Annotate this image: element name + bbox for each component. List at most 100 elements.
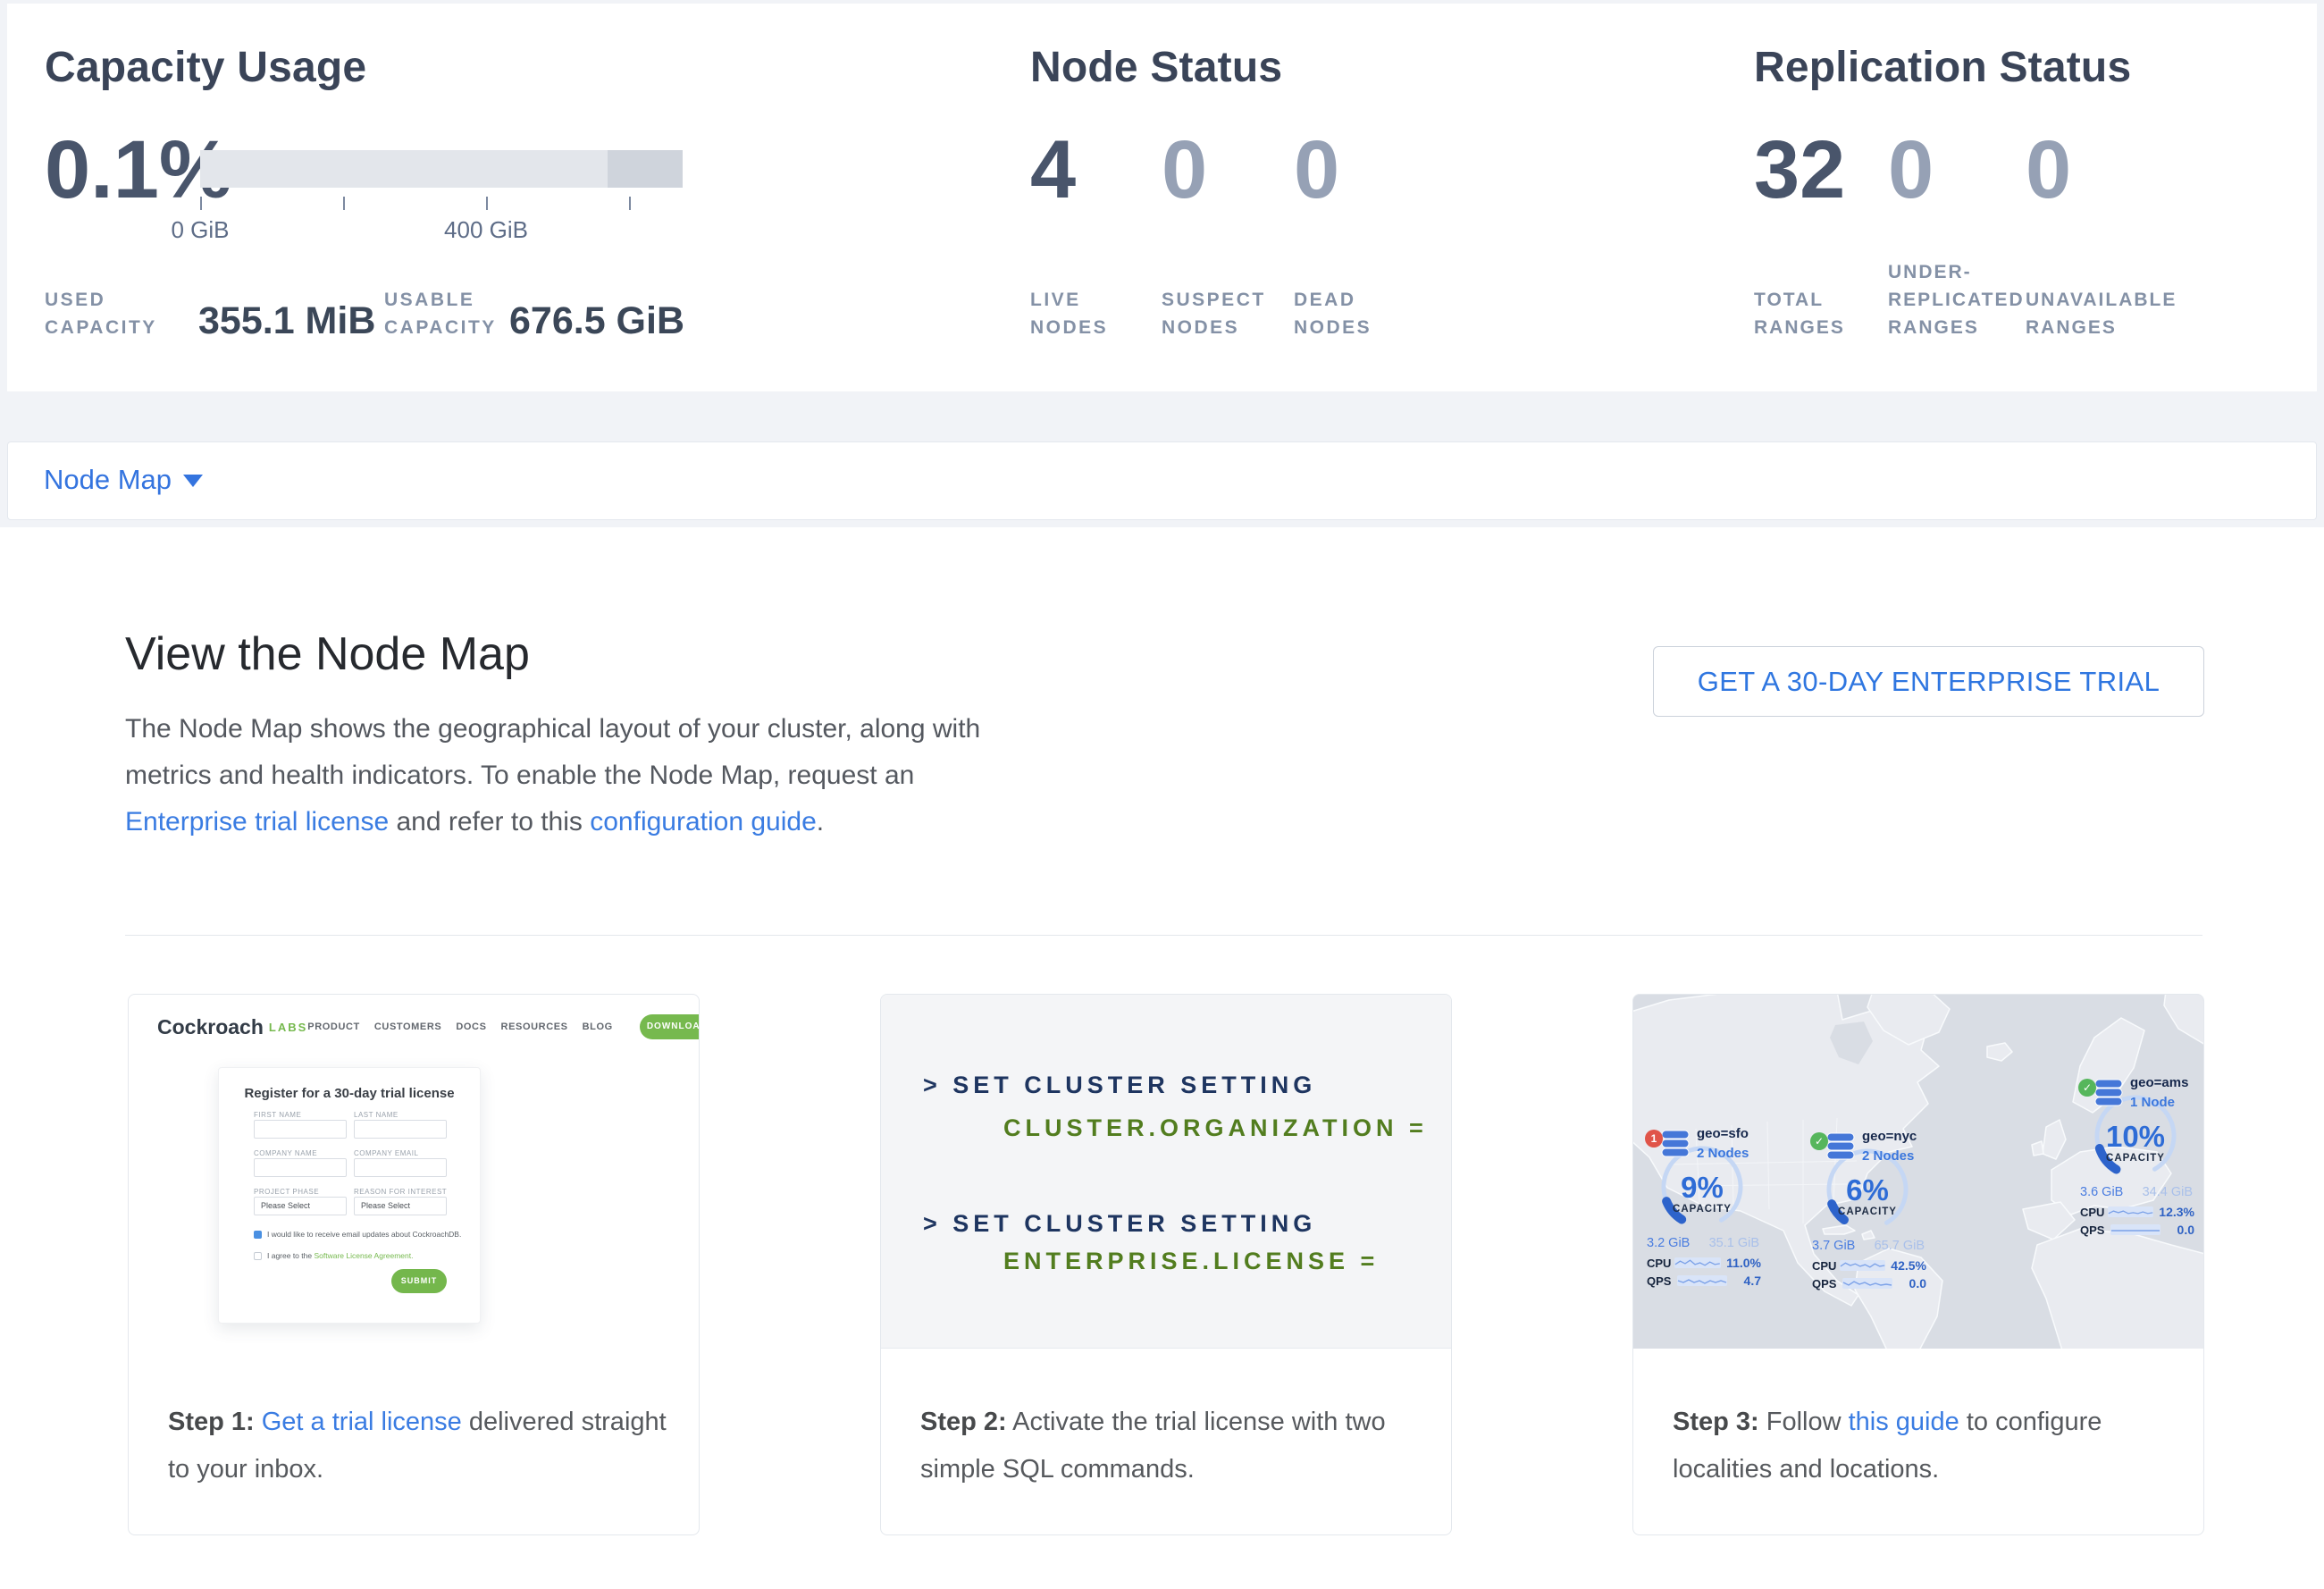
axis-tick	[486, 197, 488, 210]
node-map-onboarding-panel: View the Node Map The Node Map shows the…	[0, 527, 2324, 1589]
trial-form-title: Register for a 30-day trial license	[219, 1086, 480, 1101]
capacity-bar-track	[200, 150, 683, 188]
license-agreement-option: I agree to the Software License Agreemen…	[254, 1251, 461, 1260]
form-field-label: REASON FOR INTEREST	[354, 1188, 447, 1196]
minisite-download-button: DOWNLOAD	[640, 1014, 700, 1039]
live-nodes-count: 4	[1030, 129, 1076, 211]
qps-sparkline	[1677, 1275, 1727, 1286]
minisite-brand-suffix: LABS	[269, 1021, 307, 1034]
capacity-label: CAPACITY	[1823, 1206, 1912, 1217]
warning-badge: 1	[1645, 1130, 1663, 1148]
axis-tick	[200, 197, 202, 210]
get-enterprise-trial-button[interactable]: GET A 30-DAY ENTERPRISE TRIAL	[1653, 646, 2204, 717]
cpu-metric: CPU 12.3%	[2080, 1205, 2194, 1219]
cpu-sparkline	[1674, 1257, 1721, 1268]
project-phase-select: Please Select	[254, 1197, 347, 1215]
license-agreement-link: Software License Agreement.	[314, 1251, 413, 1260]
total-gib: 65.7 GiB	[1875, 1239, 1925, 1253]
checkbox-checked-icon	[254, 1231, 262, 1239]
page-title: View the Node Map	[125, 627, 530, 681]
capacity-range: 3.7 GiB 65.7 GiB	[1812, 1239, 1925, 1253]
qps-metric: QPS 4.7	[1647, 1274, 1761, 1288]
qps-sparkline	[2110, 1224, 2160, 1235]
suspect-nodes-label: SUSPECT NODES	[1162, 286, 1266, 341]
checkbox-label: I would like to receive email updates ab…	[267, 1230, 461, 1239]
company-name-field	[254, 1158, 347, 1177]
trial-license-form: Register for a 30-day trial license FIRS…	[218, 1067, 481, 1324]
form-field-label: FIRST NAME	[254, 1111, 301, 1119]
step1-caption: Step 1: Get a trial license delivered st…	[168, 1399, 683, 1493]
axis-tick	[343, 197, 345, 210]
replication-status-title: Replication Status	[1754, 43, 2131, 92]
cpu-metric: CPU 42.5%	[1812, 1258, 1926, 1273]
dead-nodes-count: 0	[1294, 129, 1339, 211]
minisite-nav-item: RESOURCES	[501, 1022, 568, 1032]
unavailable-ranges-label: UNAVAILABLE RANGES	[2026, 286, 2177, 341]
total-ranges-label: TOTAL RANGES	[1754, 286, 1845, 341]
intro-text: and refer to this	[389, 807, 590, 837]
minisite-nav-item: PRODUCT	[307, 1022, 360, 1032]
cluster-overview-page: Capacity Usage 0.1% 0 GiB 400 GiB USED C…	[0, 0, 2324, 1589]
sql-setting: ENTERPRISE.LICENSE =	[1003, 1248, 1379, 1275]
form-field-label: PROJECT PHASE	[254, 1188, 319, 1196]
unavailable-ranges-count: 0	[2026, 129, 2071, 211]
reason-select: Please Select	[354, 1197, 447, 1215]
enterprise-trial-license-link[interactable]: Enterprise trial license	[125, 807, 389, 837]
this-guide-link[interactable]: this guide	[1849, 1408, 1959, 1436]
configuration-guide-link[interactable]: configuration guide	[590, 807, 817, 837]
capacity-range: 3.2 GiB 35.1 GiB	[1647, 1236, 1759, 1250]
healthy-badge: ✓	[2078, 1079, 2096, 1097]
used-gib: 3.6 GiB	[2080, 1185, 2123, 1199]
cluster-summary-panel: Capacity Usage 0.1% 0 GiB 400 GiB USED C…	[7, 4, 2317, 391]
used-gib: 3.7 GiB	[1812, 1239, 1855, 1253]
capacity-bar: 0 GiB 400 GiB	[200, 150, 683, 188]
intro-text: The Node Map shows the geographical layo…	[125, 714, 988, 790]
capacity-usage-section: Capacity Usage 0.1% 0 GiB 400 GiB USED C…	[45, 43, 366, 92]
minisite-header: Cockroach LABS PRODUCT CUSTOMERS DOCS RE…	[129, 995, 699, 1047]
step-label: Step 2:	[920, 1408, 1007, 1436]
axis-tick-label: 0 GiB	[171, 216, 229, 244]
get-trial-license-link[interactable]: Get a trial license	[262, 1408, 462, 1436]
usable-capacity-value: 676.5 GiB	[509, 299, 684, 343]
replication-status-section: Replication Status 32 0 0 TOTAL RANGES U…	[1754, 43, 2131, 92]
locality-node-count: 2 Nodes	[1862, 1148, 1914, 1164]
database-icon	[1825, 1131, 1857, 1163]
step2-card: > SET CLUSTER SETTING CLUSTER.ORGANIZATI…	[880, 994, 1452, 1535]
node-map-preview-image: 1 geo=sfo 2 Nodes 9% CAPACITY	[1633, 995, 2203, 1349]
sql-prompt: > SET CLUSTER SETTING	[923, 1210, 1316, 1238]
sql-commands-image: > SET CLUSTER SETTING CLUSTER.ORGANIZATI…	[881, 995, 1451, 1349]
locality-name: geo=sfo	[1697, 1126, 1749, 1141]
cpu-sparkline	[2108, 1206, 2153, 1217]
usable-capacity-label: USABLE CAPACITY	[384, 286, 497, 341]
capacity-bar-nonusable-segment	[608, 150, 683, 188]
sql-prompt: > SET CLUSTER SETTING	[923, 1072, 1316, 1099]
capacity-percent: 6%	[1823, 1173, 1912, 1207]
intro-paragraph: The Node Map shows the geographical layo…	[125, 706, 1014, 845]
chevron-down-icon[interactable]	[183, 475, 203, 487]
view-selector-dropdown[interactable]: Node Map	[44, 464, 172, 496]
under-replicated-label: UNDER- REPLICATED RANGES	[1888, 258, 2025, 341]
minisite-brand: Cockroach	[157, 1015, 264, 1039]
axis-tick-label: 400 GiB	[444, 216, 528, 244]
minisite-nav-item: BLOG	[583, 1022, 613, 1032]
first-name-field	[254, 1120, 347, 1139]
capacity-percent: 9%	[1657, 1171, 1747, 1205]
step2-caption: Step 2: Activate the trial license with …	[920, 1399, 1435, 1493]
email-updates-option: I would like to receive email updates ab…	[254, 1230, 461, 1239]
node-status-section: Node Status 4 0 0 LIVE NODES SUSPECT NOD…	[1030, 43, 1282, 92]
locality-name: geo=ams	[2130, 1075, 2188, 1090]
step3-caption: Step 3: Follow this guide to configure l…	[1673, 1399, 2187, 1493]
qps-metric: QPS 0.0	[2080, 1223, 2194, 1237]
capacity-label: CAPACITY	[1657, 1204, 1747, 1215]
minisite-nav-item: CUSTOMERS	[374, 1022, 441, 1032]
step-label: Step 1:	[168, 1408, 255, 1436]
capacity-percent: 10%	[2091, 1120, 2180, 1154]
capacity-range: 3.6 GiB 34.4 GiB	[2080, 1185, 2193, 1199]
healthy-badge: ✓	[1810, 1132, 1828, 1150]
form-field-label: LAST NAME	[354, 1111, 399, 1119]
node-status-title: Node Status	[1030, 43, 1282, 92]
capacity-label: CAPACITY	[2091, 1153, 2180, 1164]
company-email-field	[354, 1158, 447, 1177]
step1-card: Cockroach LABS PRODUCT CUSTOMERS DOCS RE…	[128, 994, 700, 1535]
step3-card: 1 geo=sfo 2 Nodes 9% CAPACITY	[1632, 994, 2204, 1535]
